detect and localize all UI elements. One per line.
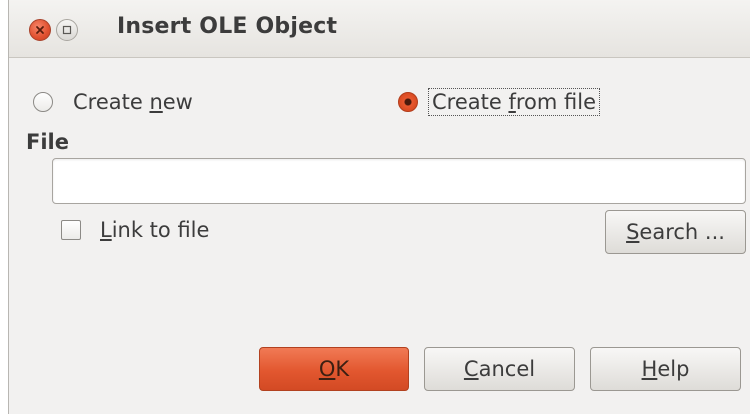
search-button[interactable]: Search ... <box>605 210 746 254</box>
maximize-button[interactable] <box>56 19 78 41</box>
maximize-icon <box>62 25 72 35</box>
cancel-button[interactable]: Cancel <box>424 347 575 391</box>
help-button[interactable]: Help <box>590 347 741 391</box>
ok-button[interactable]: OK <box>259 347 409 391</box>
create-new-radio[interactable]: Create new <box>33 90 193 114</box>
title-bar[interactable]: Insert OLE Object <box>9 0 750 58</box>
window-title: Insert OLE Object <box>117 14 338 39</box>
link-to-file-checkbox[interactable]: Link to file <box>61 218 209 242</box>
close-icon <box>36 26 44 34</box>
create-new-radio-indicator[interactable] <box>33 92 53 112</box>
create-from-file-radio-indicator[interactable] <box>398 92 418 112</box>
close-button[interactable] <box>29 19 51 41</box>
create-from-file-label[interactable]: Create from file <box>428 88 600 116</box>
insert-ole-object-dialog: Insert OLE Object Create new Create from… <box>8 0 750 414</box>
file-label: File <box>26 130 69 154</box>
link-to-file-checkbox-box[interactable] <box>61 220 81 240</box>
file-path-input[interactable] <box>52 158 746 204</box>
create-new-label[interactable]: Create new <box>73 90 193 114</box>
link-to-file-label[interactable]: Link to file <box>100 218 209 242</box>
create-from-file-radio[interactable]: Create from file <box>398 88 600 116</box>
